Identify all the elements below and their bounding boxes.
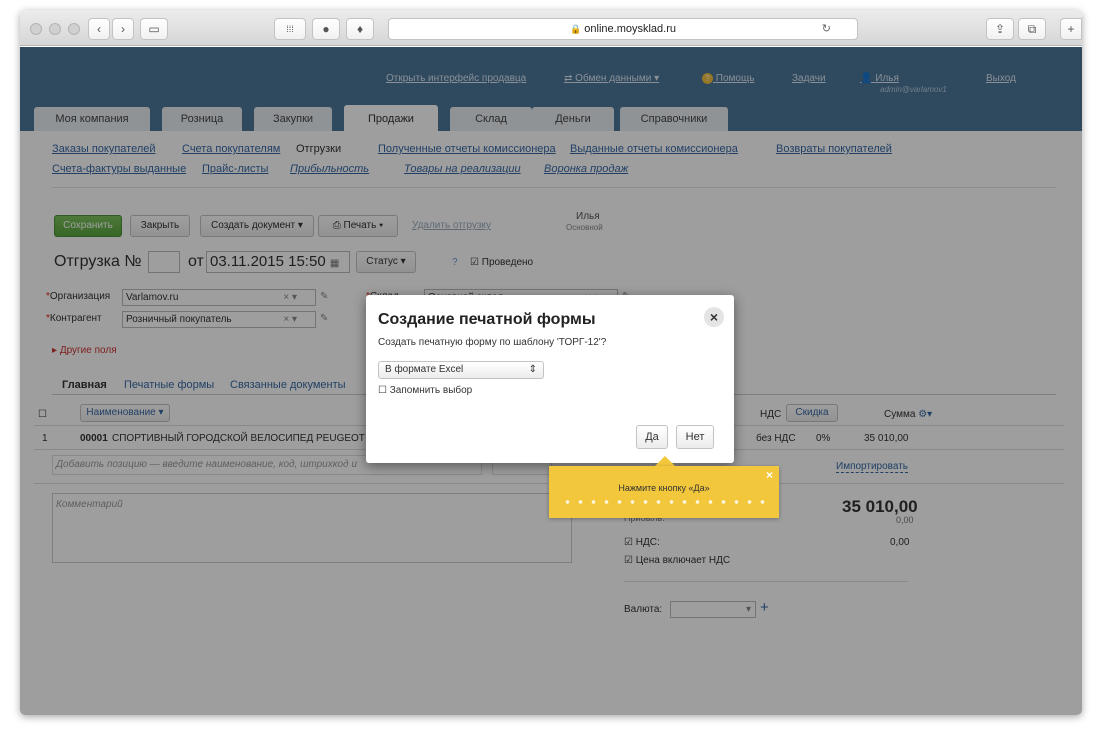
tooltip-close-icon[interactable]: × [766, 468, 773, 482]
dialog-question: Создать печатную форму по шаблону 'ТОРГ-… [378, 337, 607, 348]
print-form-dialog: Создание печатной формы Создать печатную… [366, 295, 734, 463]
tooltip-progress-dots [561, 499, 767, 505]
extension-icon[interactable]: ♦ [346, 18, 374, 40]
tooltip-arrow [655, 456, 675, 466]
tooltip-text: Нажмите кнопку «Да» [618, 483, 710, 493]
new-tab-icon[interactable]: + [1060, 18, 1082, 40]
back-button[interactable]: ‹ [88, 18, 110, 40]
format-value: В формате Excel [385, 364, 464, 375]
minimize-window-dot[interactable] [49, 23, 61, 35]
share-icon[interactable]: ⇪ [986, 18, 1014, 40]
lock-icon: 🔒 [570, 24, 582, 34]
browser-window: ‹ › ▭ ⁞⁞⁞ ● ♦ 🔒 online.moysklad.ru ↻ ⇪ ⧉… [20, 10, 1082, 715]
zoom-window-dot[interactable] [68, 23, 80, 35]
dialog-title: Создание печатной формы [378, 311, 596, 328]
browser-toolbar: ‹ › ▭ ⁞⁞⁞ ● ♦ 🔒 online.moysklad.ru ↻ ⇪ ⧉… [20, 10, 1082, 46]
format-select[interactable]: В формате Excel ⇕ [378, 361, 544, 379]
dialog-close-icon[interactable]: × [704, 307, 724, 327]
address-bar[interactable]: 🔒 online.moysklad.ru ↻ [388, 18, 858, 40]
reload-icon[interactable]: ↻ [822, 19, 831, 39]
url-text: online.moysklad.ru [584, 23, 676, 35]
remember-choice-checkbox[interactable]: ☐ Запомнить выбор [378, 385, 472, 396]
forward-button[interactable]: › [112, 18, 134, 40]
yes-button[interactable]: Да [636, 425, 668, 449]
no-button[interactable]: Нет [676, 425, 714, 449]
remember-choice-label: Запомнить выбор [389, 385, 473, 396]
hint-tooltip: × Нажмите кнопку «Да» [549, 466, 779, 518]
select-arrows-icon: ⇕ [528, 364, 537, 375]
grid-icon[interactable]: ⁞⁞⁞ [274, 18, 306, 40]
ghostery-icon[interactable]: ● [312, 18, 340, 40]
sidebar-icon[interactable]: ▭ [140, 18, 168, 40]
tabs-icon[interactable]: ⧉ [1018, 18, 1046, 40]
moysklad-app: Открыть интерфейс продавца ⇄ Обмен данны… [20, 47, 1082, 715]
close-window-dot[interactable] [30, 23, 42, 35]
